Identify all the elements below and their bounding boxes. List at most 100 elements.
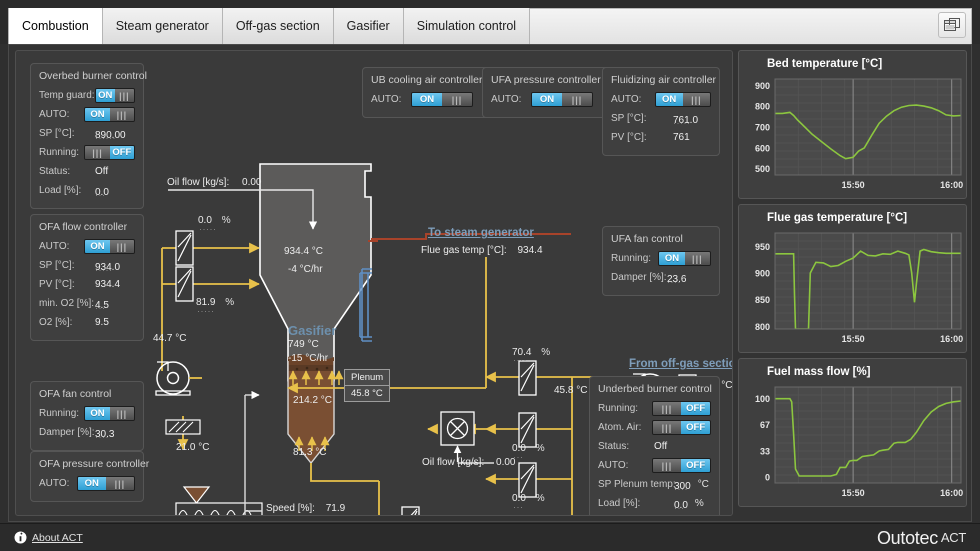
auto-toggle[interactable]: OFF ||| [651,458,711,473]
running-toggle[interactable]: OFF ||| [651,401,711,416]
plenum-temperature: 45.8 °C [351,388,383,399]
feeder1-readout: Speed [%]: 71.9 [266,503,345,514]
auto-toggle[interactable]: ON ||| [84,239,135,254]
row-auto: AUTO: ON ||| [371,91,481,108]
auto-toggle[interactable]: ON ||| [531,92,593,107]
svg-text:0: 0 [765,472,770,482]
gasifier-label: Gasifier [288,323,337,338]
toggle-grip: ||| [684,252,710,265]
svg-text:500: 500 [755,164,770,174]
bed-temperature-readout: 214.2 °C [293,395,333,406]
toggle-grip: ||| [85,146,110,159]
tab-off-gas-section[interactable]: Off-gas section [222,8,334,44]
running-toggle[interactable]: ON ||| [84,406,135,421]
status-label: Status: [598,441,630,452]
sp-trend-dots: ······ [95,132,116,143]
gasifier-rate: -15 °C/hr [288,353,329,364]
running-toggle[interactable]: OFF ||| [84,145,135,160]
panel-ufa-pressure-controller: UFA pressure controller AUTO: ON ||| [482,67,610,118]
damper-trend-dots: ···· [667,276,681,287]
row-auto: AUTO: ON ||| [491,91,601,108]
tab-simulation-control[interactable]: Simulation control [403,8,531,44]
tab-label: Gasifier [346,19,390,33]
atom-air-toggle[interactable]: OFF ||| [651,420,711,435]
chart-fuel-mass-flow[interactable]: Fuel mass flow [%] 0 33 67 100 15:50 16:00 [738,358,967,507]
toggle-state-label: ON [532,93,562,106]
sp-label: SP [°C]: [611,113,647,124]
auto-toggle[interactable]: ON ||| [76,476,135,491]
panel-title: UFA fan control [611,233,683,245]
valve-second-unit: % [225,297,235,308]
running-toggle[interactable]: ON ||| [658,251,711,266]
toggle-grip: ||| [652,421,682,434]
valve-low-trend-dots: ··· [513,502,524,512]
plenum-temp-box: 45.8 °C [344,385,390,402]
running-label: Running: [598,403,639,414]
toggle-grip: ||| [105,477,134,490]
panel-ofa-pressure-controller: OFA pressure controller AUTO: ON ||| [30,451,149,502]
row-running: Running: ON ||| [611,250,711,267]
svg-text:800: 800 [755,322,770,332]
pv-value: 934.4 [95,279,121,290]
row-running: Running: ON ||| [39,405,135,422]
auto-toggle[interactable]: ON ||| [84,107,135,122]
feeder1-value[interactable]: 71.9 [326,503,345,514]
toggle-state-label: OFF [681,459,710,472]
oil-flow-bottom-value[interactable]: 0.00 [496,457,515,468]
svg-text:950: 950 [755,242,770,252]
panel-underbed-burner-control: Underbed burner control Running: OFF |||… [589,376,720,515]
row-damper: Damper [%]: 30.3 ···· [39,424,135,441]
tab-gasifier[interactable]: Gasifier [333,8,404,44]
panel-title: OFA flow controller [39,221,128,233]
link-from-offgas-section[interactable]: From off-gas section [629,358,732,370]
panel-title: UFA pressure controller [491,74,601,86]
chart-fuel-mass-flow-svg: 0 33 67 100 15:50 16:00 [755,386,963,498]
oil-flow-top-value[interactable]: 0.00 [242,177,261,188]
sp-trend-dots: ····· [673,117,691,128]
sp-trend-dots: ····· [95,264,113,275]
about-act-link[interactable]: About ACT [14,531,83,544]
svg-text:16:00: 16:00 [940,180,963,190]
valve-ufa-unit: % [541,347,551,358]
oil-flow-top-label: Oil flow [kg/s]: 0.00 [167,177,262,188]
running-label: Running: [39,408,80,419]
tab-combustion[interactable]: Combustion [8,8,103,44]
svg-text:16:00: 16:00 [940,488,963,498]
svg-text:100: 100 [755,394,770,404]
auto-label: AUTO: [611,94,642,105]
tab-label: Off-gas section [235,19,320,33]
gasifier-temperature: 749 °C [288,339,319,350]
chart-flue-gas-temperature[interactable]: Flue gas temperature [°C] 800 850 900 950 15… [738,204,967,353]
about-act-label: About ACT [32,531,83,544]
load-trend-dots: ··· [674,502,685,513]
panel-ofa-fan-control: OFA fan control Running: ON ||| Damper [… [30,381,144,451]
tab-steam-generator[interactable]: Steam generator [102,8,223,44]
svg-text:16:00: 16:00 [940,334,963,344]
temp-guard-label: Temp guard: [39,90,95,101]
svg-text:900: 900 [755,269,770,279]
pv-value: 761 [673,132,690,143]
row-status: Status: Off [39,163,135,180]
valve-low-unit: % [535,493,545,504]
toggle-state-label: OFF [681,421,710,434]
svg-text:15:50: 15:50 [842,180,865,190]
toggle-state-label: OFF [109,146,134,159]
brand-suffix: ACT [940,530,966,545]
toggle-state-label: ON [412,93,442,106]
row-auto: AUTO: OFF ||| [598,457,711,474]
svg-text:900: 900 [755,81,770,91]
status-bar: About ACT Outotec ACT [0,523,980,551]
temp-guard-toggle[interactable]: ON ||| [94,88,135,103]
panel-ufa-fan-control: UFA fan control Running: ON ||| Damper [… [602,226,720,296]
chart-bed-temperature[interactable]: Bed temperature [°C] 500 600 700 800 900 15:5… [738,50,967,199]
sp-label: SP [°C]: [39,260,75,271]
link-to-steam-generator[interactable]: To steam generator [428,227,534,239]
plenum-label-box: Plenum [344,369,391,386]
atom-air-label: Atom. Air: [598,422,642,433]
auto-toggle[interactable]: ON ||| [411,92,473,107]
application-window: Combustion Steam generator Off-gas secti… [0,0,980,551]
auto-toggle[interactable]: ON ||| [654,92,711,107]
restore-window-button[interactable] [938,12,966,38]
toggle-grip: ||| [682,93,710,106]
row-damper: Damper [%]: 23.6 ···· [611,269,711,286]
